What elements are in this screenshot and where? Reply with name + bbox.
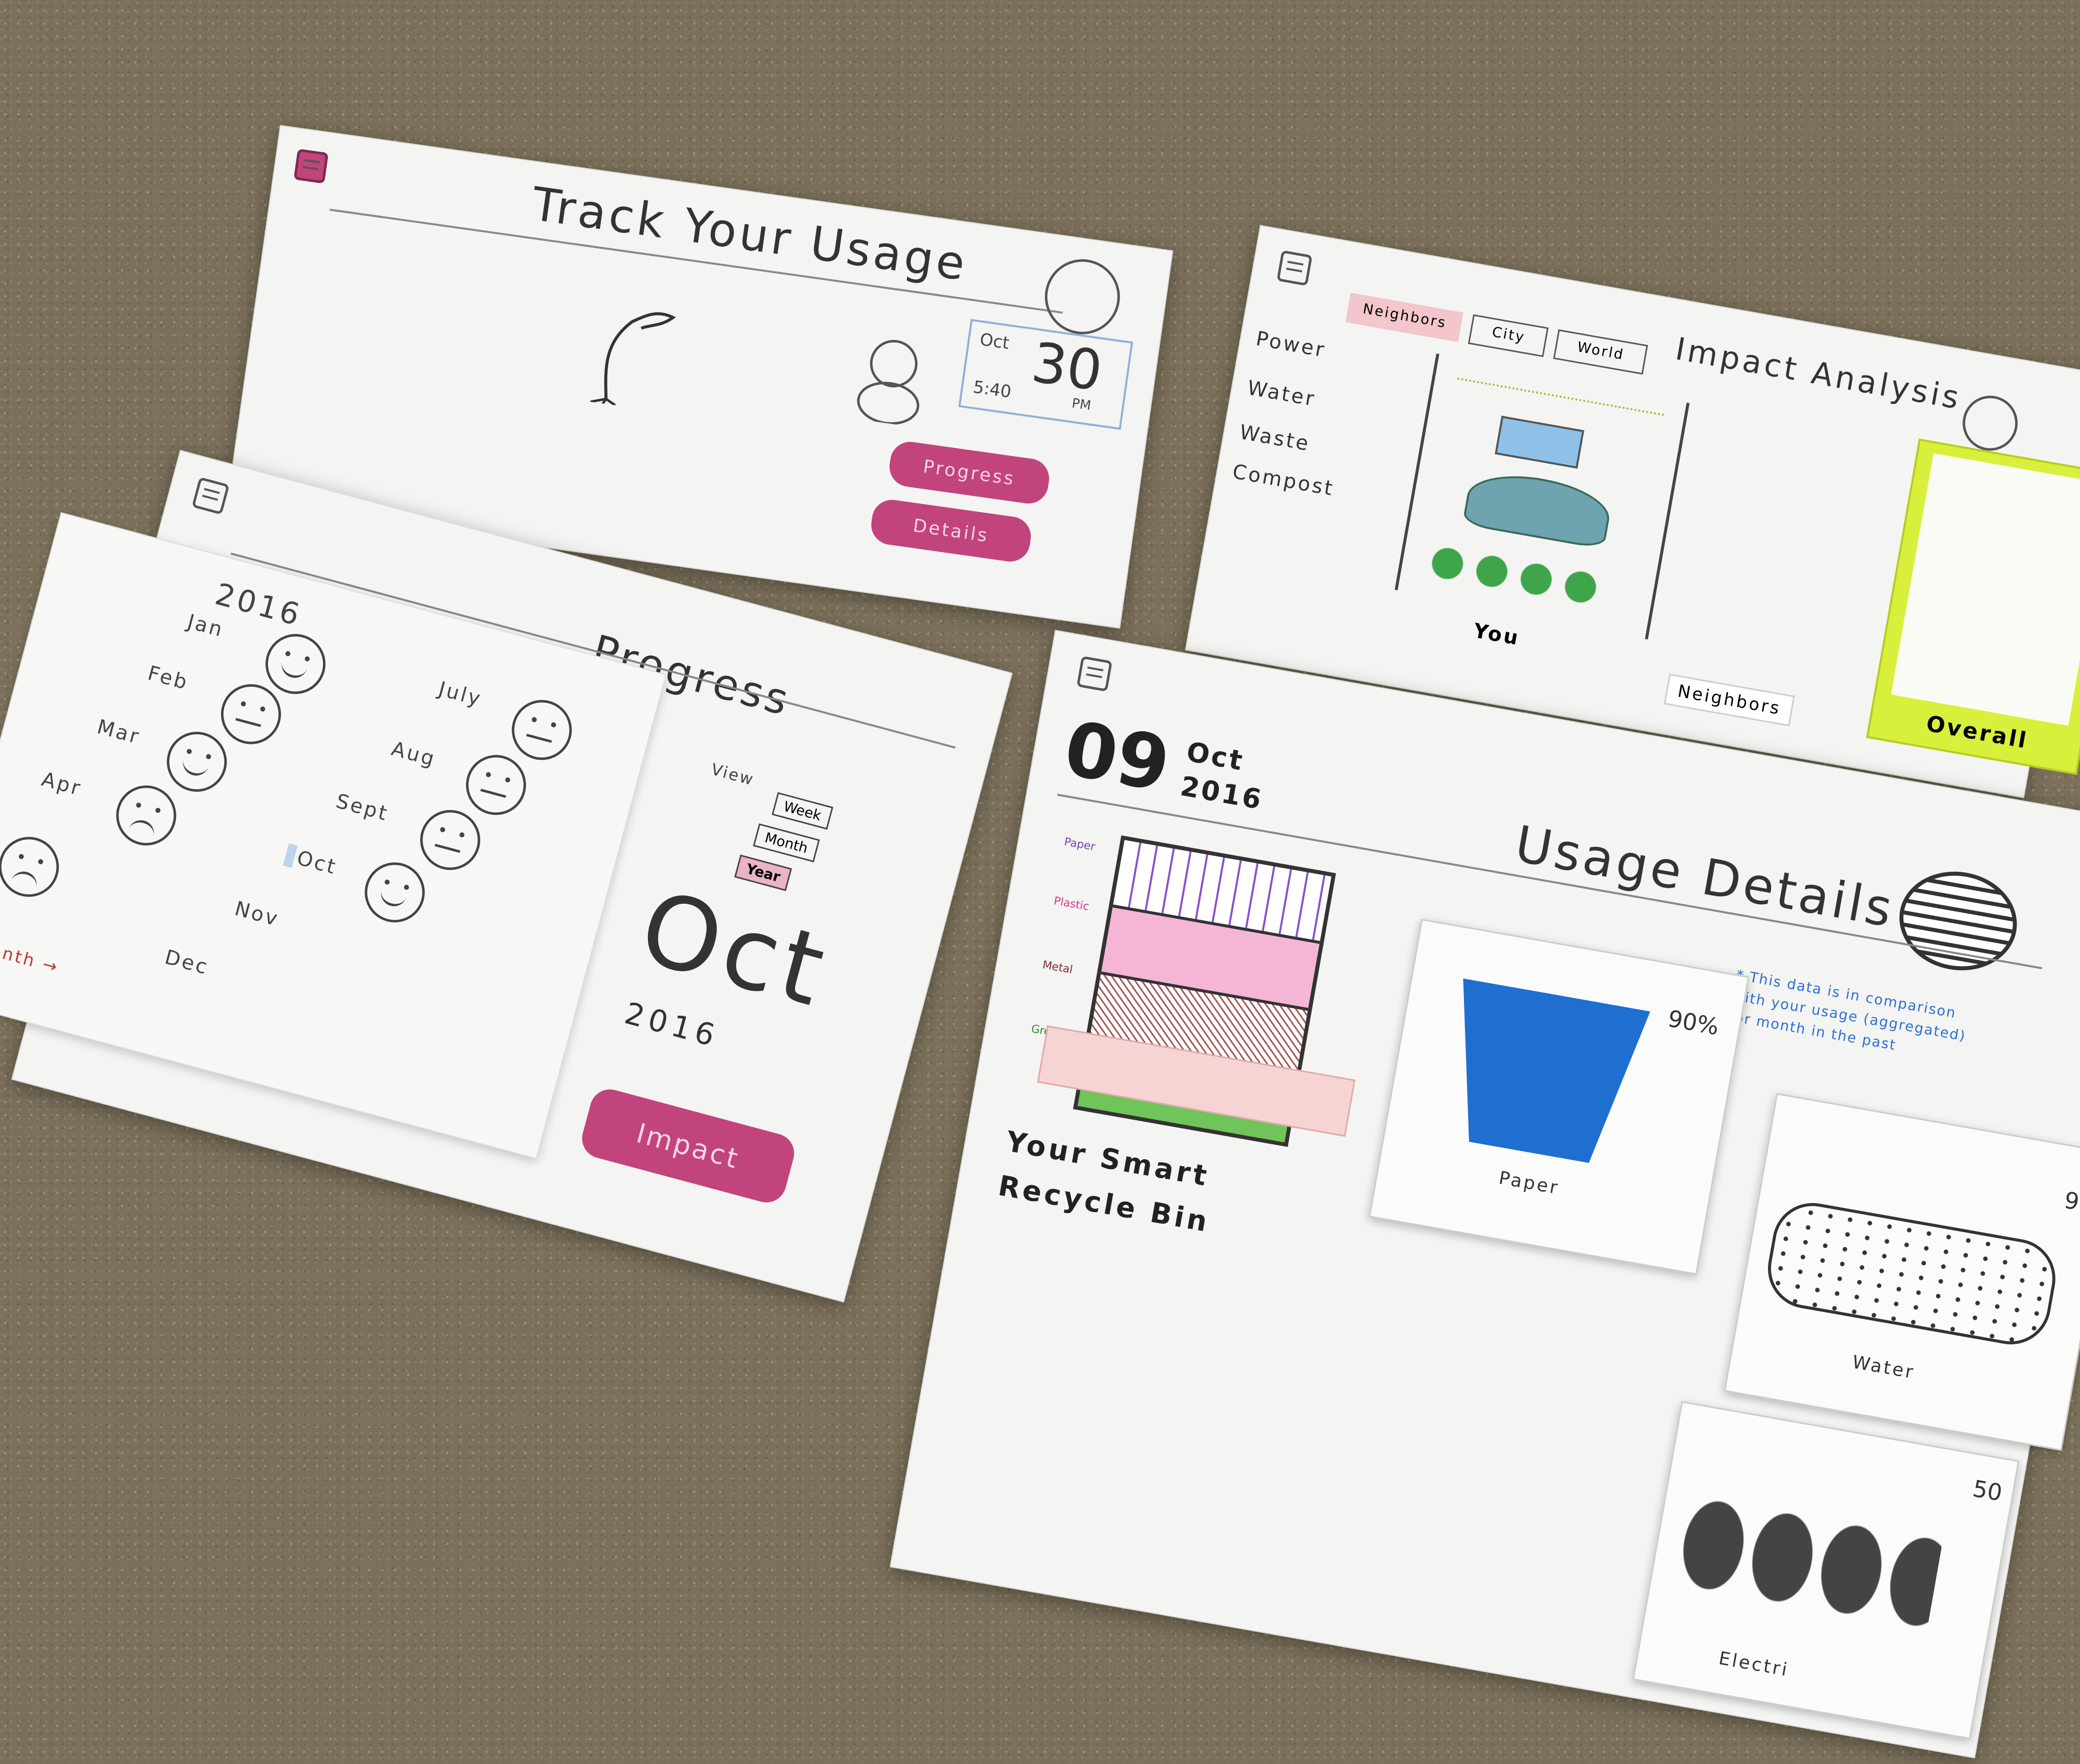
electricity-percent: 50: [1970, 1475, 2004, 1507]
tab-neighbors[interactable]: Neighbors: [1345, 292, 1464, 342]
neighbors-label: Neighbors: [1664, 673, 1795, 727]
menu-icon[interactable]: [1076, 656, 1112, 692]
progress-button[interactable]: Progress: [886, 439, 1052, 506]
month-mar: Mar: [94, 715, 143, 749]
month-apr: Apr: [39, 767, 84, 801]
axis-note: s of month →: [0, 923, 62, 978]
date-month: Oct: [978, 329, 1010, 353]
bin-label-plastic: Plastic: [1052, 895, 1090, 914]
electricity-label: Electri: [1717, 1648, 1790, 1681]
usage-details-screen: 09 Oct 2016 Usage Details Paper Plastic …: [890, 630, 2080, 1759]
paper-card[interactable]: 90% Paper: [1368, 919, 1750, 1275]
water-icon: [1494, 415, 1584, 469]
menu-icon[interactable]: [294, 148, 329, 184]
water-card[interactable]: 90 Water: [1724, 1093, 2080, 1451]
bin-label-metal: Metal: [1042, 959, 1074, 977]
impact-button[interactable]: Impact: [578, 1085, 799, 1207]
lightbulb-icon: [1669, 1485, 1945, 1639]
row-waste: Waste: [1238, 420, 1312, 456]
overall-card[interactable]: Overall: [1866, 438, 2080, 775]
face-sept-icon: [413, 803, 487, 877]
month-oct[interactable]: Oct: [282, 843, 340, 879]
smart-bin[interactable]: Paper Plastic Metal Green: [1030, 835, 1356, 1147]
view-label: View: [709, 759, 756, 790]
waste-icon: [1462, 466, 1614, 550]
time-suffix: PM: [1070, 396, 1092, 414]
view-option-week[interactable]: Week: [772, 792, 834, 830]
date-day: 09: [1058, 705, 1176, 809]
year-calendar: 2016 Jan Feb Mar Apr July Aug Sept Oct N…: [0, 512, 666, 1159]
overall-label: Overall: [1924, 711, 2030, 754]
face-aug-icon: [459, 748, 533, 822]
data-note: * This data is in comparison with your u…: [1728, 966, 1968, 1054]
calendar-year: 2016: [212, 576, 306, 633]
month-dec: Dec: [162, 945, 212, 980]
electricity-card[interactable]: 50 Electri: [1632, 1401, 2020, 1740]
menu-icon[interactable]: [192, 477, 230, 515]
compost-icon: [1422, 540, 1606, 611]
face-extra-icon: [0, 830, 66, 904]
date-month: Oct: [1184, 735, 1247, 777]
face-apr-icon: [109, 778, 183, 852]
avatar[interactable]: [1040, 254, 1125, 339]
tab-city[interactable]: City: [1468, 314, 1549, 357]
face-feb-icon: [214, 677, 288, 751]
row-compost: Compost: [1230, 460, 1336, 501]
month-july: July: [436, 677, 484, 711]
water-icon: [1762, 1197, 2062, 1351]
water-label: Water: [1850, 1352, 1916, 1383]
mascot-icon: [857, 339, 920, 425]
month-nov: Nov: [232, 897, 282, 931]
face-jan-icon: [258, 627, 332, 701]
face-oct-icon: [358, 855, 432, 929]
big-year: 2016: [620, 996, 724, 1055]
paper-percent: 90%: [1666, 1005, 1721, 1041]
you-label: You: [1472, 619, 1522, 650]
tab-world[interactable]: World: [1553, 329, 1648, 375]
bin-label-paper: Paper: [1063, 835, 1096, 854]
divider-neighbors: [1644, 402, 1690, 640]
face-july-icon: [505, 693, 579, 767]
view-option-year[interactable]: Year: [734, 854, 792, 891]
month-sept: Sept: [334, 789, 392, 826]
details-button[interactable]: Details: [868, 497, 1034, 564]
paper-label: Paper: [1497, 1168, 1561, 1199]
sprout-icon: [590, 312, 676, 409]
page-title: Track Your Usage: [528, 177, 972, 291]
date-box: Oct 30 5:40 PM: [958, 319, 1134, 430]
face-mar-icon: [160, 725, 234, 799]
month-aug: Aug: [388, 737, 438, 771]
month-feb: Feb: [145, 661, 192, 695]
date-day: 30: [1028, 330, 1106, 403]
date-year: 2016: [1178, 770, 1266, 816]
menu-icon[interactable]: [1276, 250, 1312, 286]
avatar[interactable]: [1958, 391, 2022, 455]
water-percent: 90: [2062, 1186, 2080, 1218]
row-power: Power: [1254, 327, 1328, 362]
page-title: Usage Details: [1510, 814, 1900, 939]
trash-can-icon: [1436, 978, 1650, 1169]
view-option-month[interactable]: Month: [752, 823, 820, 863]
month-jan: Jan: [184, 610, 226, 642]
row-water: Water: [1246, 376, 1318, 411]
time-value: 5:40: [972, 377, 1012, 402]
